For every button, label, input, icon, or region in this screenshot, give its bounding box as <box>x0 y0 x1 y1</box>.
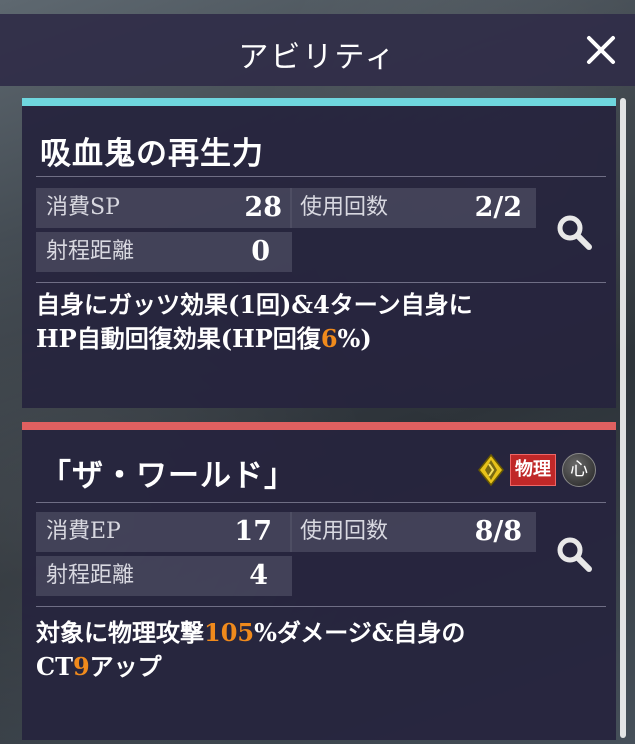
cost-value: 28 <box>244 192 282 223</box>
desc-line: 対象に物理攻撃105%ダメージ&自身の <box>36 616 606 650</box>
card-color-bar <box>22 422 616 430</box>
desc-highlight: 105 <box>204 618 255 647</box>
desc-line: HP自動回復効果(HP回復6%) <box>36 322 606 356</box>
divider <box>36 176 606 177</box>
cost-label: 消費EP <box>46 519 121 544</box>
desc-highlight: 9 <box>72 652 90 681</box>
ability-name: 吸血鬼の再生力 <box>40 136 264 172</box>
desc-text: %ダメージ&自身の <box>254 618 466 647</box>
dialog-title: アビリティ <box>238 40 397 75</box>
uses-label: 使用回数 <box>300 519 389 544</box>
desc-line: 自身にガッツ効果(1回)&4ターン自身に <box>36 290 473 319</box>
desc-highlight: 6 <box>320 324 338 353</box>
uses-label: 使用回数 <box>300 195 389 220</box>
divider <box>36 606 606 607</box>
divider <box>36 502 606 503</box>
ability-name: 「ザ・ワールド」 <box>40 458 296 494</box>
ability-description: 対象に物理攻撃105%ダメージ&自身の CT9アップ <box>36 616 606 684</box>
range-value: 0 <box>251 236 270 267</box>
ability-attributes: 物理 心 <box>478 452 596 488</box>
desc-text: アップ <box>89 652 162 681</box>
desc-text: HP自動回復効果(HP回復 <box>36 324 321 353</box>
ability-card: 「ザ・ワールド」 物理 心 消費EP 17 使用回数 8/8 射程距離 4 対象… <box>22 422 616 740</box>
desc-text: CT <box>36 652 73 681</box>
range-label: 射程距離 <box>46 239 135 264</box>
range-value: 4 <box>249 560 268 591</box>
uses-value: 2/2 <box>474 192 522 223</box>
card-color-bar <box>22 98 616 106</box>
cost-value: 17 <box>234 516 272 547</box>
ability-description: 自身にガッツ効果(1回)&4ターン自身に HP自動回復効果(HP回復6%) <box>36 288 606 356</box>
divider <box>36 282 606 283</box>
search-icon[interactable] <box>554 534 594 574</box>
search-icon[interactable] <box>554 212 594 252</box>
ability-card: 吸血鬼の再生力 消費SP 28 使用回数 2/2 射程距離 0 自身にガッツ効果… <box>22 98 616 408</box>
scrollbar[interactable] <box>620 98 626 738</box>
range-label: 射程距離 <box>46 563 135 588</box>
element-diamond-icon <box>478 454 504 486</box>
close-icon[interactable] <box>579 28 623 72</box>
uses-value: 8/8 <box>474 516 522 547</box>
desc-text: 対象に物理攻撃 <box>36 618 204 647</box>
desc-text: %) <box>337 324 372 353</box>
desc-line: CT9アップ <box>36 650 606 684</box>
heart-icon: 心 <box>562 453 596 487</box>
cost-label: 消費SP <box>46 195 120 220</box>
dialog-header: アビリティ <box>0 14 635 86</box>
physical-badge: 物理 <box>510 454 556 486</box>
